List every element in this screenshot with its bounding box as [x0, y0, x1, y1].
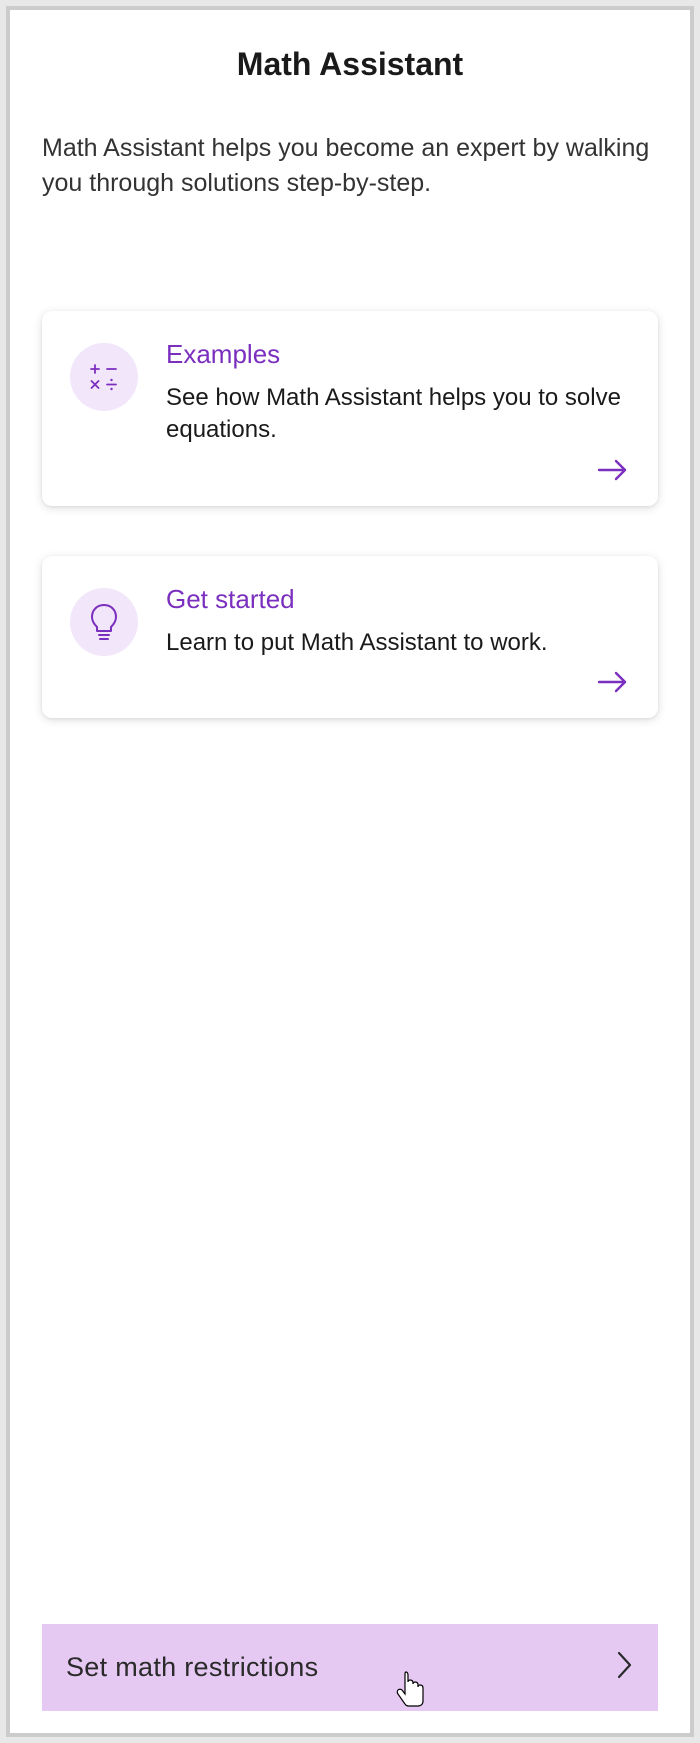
card-title: Get started: [166, 584, 630, 615]
chevron-right-icon: [616, 1650, 634, 1685]
set-math-restrictions-button[interactable]: Set math restrictions: [42, 1624, 658, 1711]
math-assistant-panel: Math Assistant Math Assistant helps you …: [10, 10, 690, 1733]
examples-card[interactable]: Examples See how Math Assistant helps yo…: [42, 311, 658, 506]
lightbulb-icon: [70, 588, 138, 656]
get-started-card[interactable]: Get started Learn to put Math Assistant …: [42, 556, 658, 718]
bottom-bar-label: Set math restrictions: [66, 1652, 318, 1683]
window-frame: Math Assistant Math Assistant helps you …: [6, 6, 694, 1737]
pointer-cursor-icon: [396, 1671, 426, 1707]
math-symbols-icon: [70, 343, 138, 411]
card-body: Get started Learn to put Math Assistant …: [70, 584, 630, 659]
card-content: Examples See how Math Assistant helps yo…: [166, 339, 630, 447]
card-description: See how Math Assistant helps you to solv…: [166, 382, 630, 447]
arrow-right-icon: [70, 669, 630, 700]
card-description: Learn to put Math Assistant to work.: [166, 627, 630, 659]
page-title: Math Assistant: [42, 46, 658, 83]
intro-text: Math Assistant helps you become an exper…: [42, 131, 658, 201]
card-content: Get started Learn to put Math Assistant …: [166, 584, 630, 659]
card-title: Examples: [166, 339, 630, 370]
card-body: Examples See how Math Assistant helps yo…: [70, 339, 630, 447]
arrow-right-icon: [70, 457, 630, 488]
